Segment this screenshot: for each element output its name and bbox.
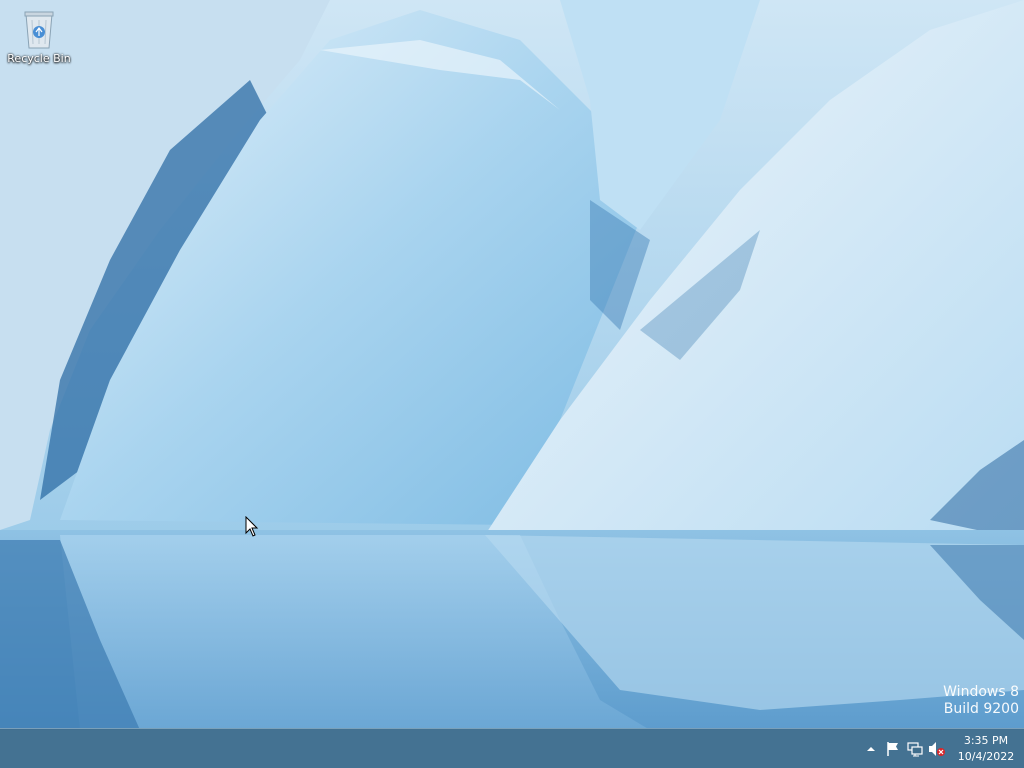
notification-area: 3:35 PM 10/4/2022: [860, 729, 1024, 768]
network-button[interactable]: [904, 729, 926, 768]
recycle-bin-desktop-icon[interactable]: Recycle Bin: [4, 6, 74, 76]
taskbar[interactable]: 3:35 PM 10/4/2022: [0, 728, 1024, 768]
volume-muted-icon: [929, 742, 945, 756]
recycle-bin-label: Recycle Bin: [7, 52, 71, 65]
action-center-button[interactable]: [882, 729, 904, 768]
network-icon: [907, 742, 923, 757]
clock-date: 10/4/2022: [957, 750, 1015, 763]
flag-icon: [887, 742, 898, 756]
windows-build-watermark: Windows 8 Build 9200: [943, 684, 1019, 718]
clock-time: 3:35 PM: [963, 734, 1009, 747]
desktop-wallpaper: [0, 0, 1024, 730]
volume-button[interactable]: [926, 729, 948, 768]
watermark-os-name: Windows 8: [943, 684, 1019, 700]
desktop[interactable]: Recycle Bin Windows 8 Build 9200 3:35 PM…: [0, 0, 1024, 768]
chevron-up-icon: [867, 747, 875, 751]
taskbar-clock[interactable]: 3:35 PM 10/4/2022: [948, 729, 1024, 768]
recycle-bin-icon: [24, 11, 54, 49]
mouse-pointer-icon: [245, 516, 259, 537]
watermark-build: Build 9200: [943, 701, 1019, 717]
show-hidden-icons-button[interactable]: [860, 729, 882, 768]
